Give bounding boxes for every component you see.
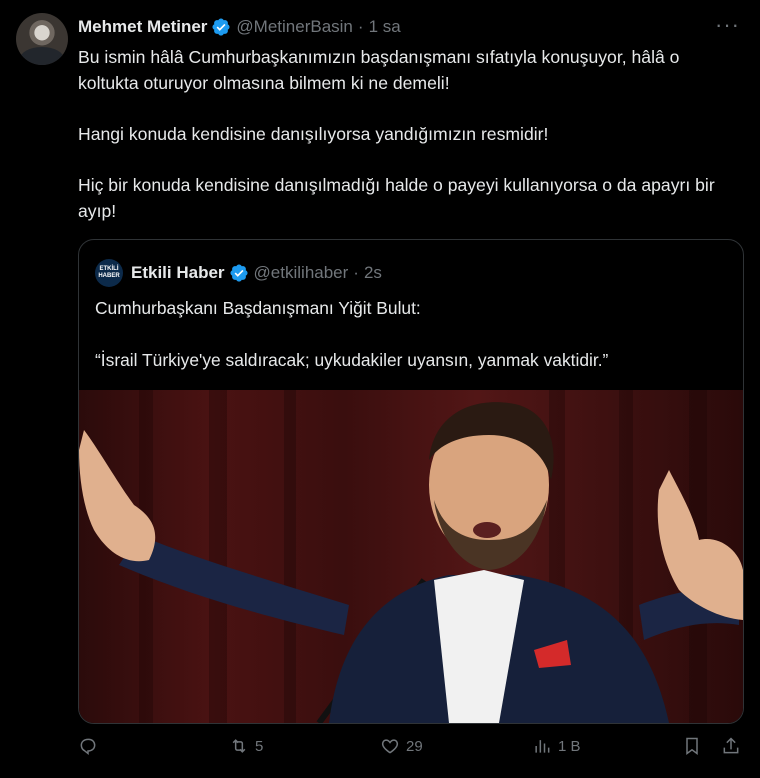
reply-icon xyxy=(80,738,96,756)
like-count: 29 xyxy=(406,737,423,755)
avatar-logo-text: ETKİLİ xyxy=(99,266,119,272)
tweet[interactable]: Mehmet Metiner @MetinerBasin · 1 sa ··· … xyxy=(0,0,760,778)
quoted-line: Cumhurbaşkanı Başdanışmanı Yiğit Bulut: xyxy=(95,298,421,318)
tweet-actions: 5 29 1 B xyxy=(78,736,743,766)
tweet-header: Mehmet Metiner @MetinerBasin · 1 sa ··· xyxy=(78,12,740,40)
quoted-tweet-text: Cumhurbaşkanı Başdanışmanı Yiğit Bulut: … xyxy=(95,295,725,399)
share-icon xyxy=(723,737,739,754)
quoted-author-avatar[interactable]: ETKİLİ HABER xyxy=(95,259,123,287)
verified-badge-icon xyxy=(230,264,248,282)
views-count: 1 B xyxy=(558,737,581,755)
retweet-icon xyxy=(232,739,246,753)
heart-icon xyxy=(381,739,399,754)
bookmark-button[interactable] xyxy=(682,736,708,756)
quoted-tweet[interactable]: ETKİLİ HABER Etkili Haber @etkilihaber ·… xyxy=(78,239,744,724)
reply-button[interactable] xyxy=(78,736,104,756)
avatar-logo-text: HABER xyxy=(98,273,120,279)
retweet-count: 5 xyxy=(255,737,264,755)
quoted-tweet-header: ETKİLİ HABER Etkili Haber @etkilihaber ·… xyxy=(95,259,382,287)
bookmark-icon xyxy=(686,737,698,755)
tweet-paragraph: Hangi konuda kendisine danışılıyorsa yan… xyxy=(78,124,549,144)
quoted-author-name[interactable]: Etkili Haber xyxy=(131,263,225,283)
like-button[interactable]: 29 xyxy=(380,736,423,756)
tweet-paragraph: Bu ismin hâlâ Cumhurbaşkanımızın başdanı… xyxy=(78,47,680,93)
quoted-tweet-time[interactable]: 2s xyxy=(364,263,382,283)
tweet-paragraph: Hiç bir konuda kendisine danışılmadığı h… xyxy=(78,175,715,221)
tweet-text: Bu ismin hâlâ Cumhurbaşkanımızın başdanı… xyxy=(78,44,743,249)
share-button[interactable] xyxy=(721,736,747,756)
analytics-icon xyxy=(535,740,550,753)
quoted-line: “İsrail Türkiye'ye saldıracak; uykudakil… xyxy=(95,350,609,370)
more-dots-icon[interactable]: ··· xyxy=(715,12,740,38)
quoted-author-handle[interactable]: @etkilihaber xyxy=(254,263,349,283)
views-button[interactable]: 1 B xyxy=(532,736,581,756)
photo-illustration xyxy=(79,390,743,723)
separator-dot: · xyxy=(353,263,359,282)
tweet-time[interactable]: 1 sa xyxy=(369,17,401,37)
author-avatar[interactable] xyxy=(16,13,68,65)
author-name[interactable]: Mehmet Metiner xyxy=(78,17,207,37)
author-handle[interactable]: @MetinerBasin xyxy=(236,17,352,37)
verified-badge-icon xyxy=(212,18,230,36)
retweet-button[interactable]: 5 xyxy=(229,736,263,756)
separator-dot: · xyxy=(357,17,364,36)
quoted-photo[interactable] xyxy=(79,390,743,723)
